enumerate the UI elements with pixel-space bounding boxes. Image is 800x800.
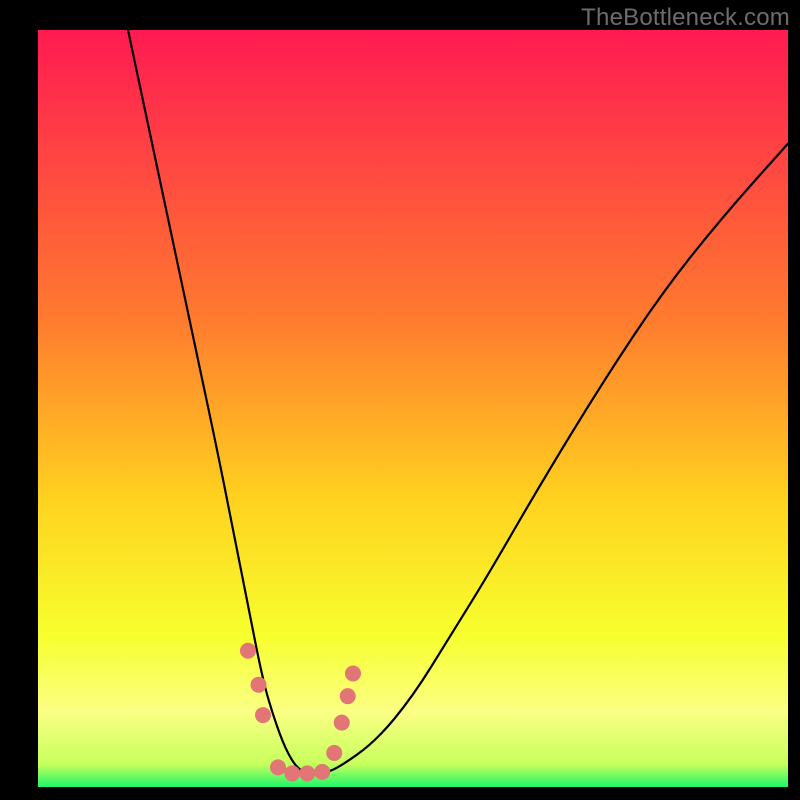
- data-marker: [270, 759, 286, 775]
- plot-area: [38, 30, 788, 787]
- data-marker: [345, 665, 361, 681]
- data-marker: [255, 707, 271, 723]
- data-marker: [340, 688, 356, 704]
- plot-svg: [38, 30, 788, 787]
- data-marker: [314, 764, 330, 780]
- data-marker: [251, 677, 267, 693]
- gradient-background: [38, 30, 788, 787]
- data-marker: [326, 745, 342, 761]
- data-marker: [334, 715, 350, 731]
- data-marker: [299, 765, 315, 781]
- watermark-label: TheBottleneck.com: [581, 4, 790, 32]
- data-marker: [240, 643, 256, 659]
- data-marker: [284, 765, 300, 781]
- chart-frame: TheBottleneck.com: [0, 0, 800, 800]
